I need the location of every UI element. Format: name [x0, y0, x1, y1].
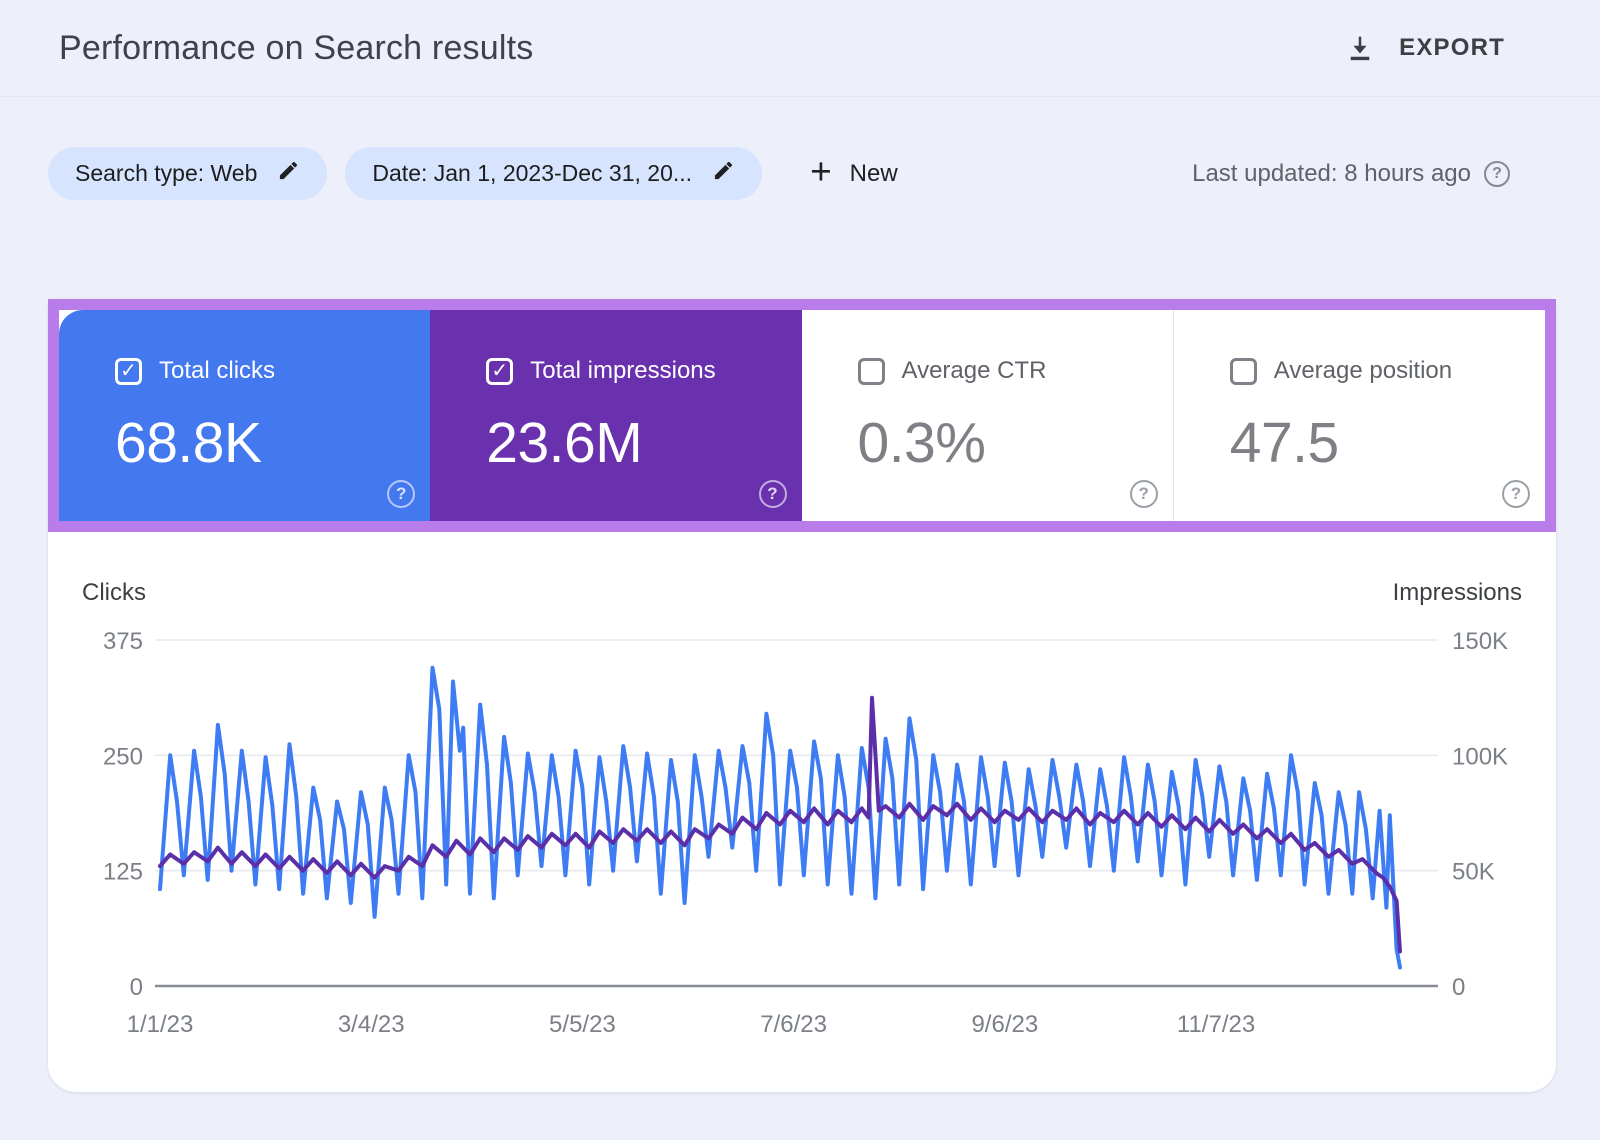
help-icon[interactable]: ?: [387, 480, 415, 508]
new-filter-button[interactable]: + New: [800, 157, 908, 190]
edit-icon: [277, 159, 300, 188]
performance-chart: 0 0 125 50K 250 100K 375 150K Clicks Impressions 1…: [48, 532, 1556, 1092]
help-icon[interactable]: ?: [1502, 480, 1530, 508]
help-icon[interactable]: ?: [1130, 480, 1158, 508]
help-icon[interactable]: ?: [759, 480, 787, 508]
x-axis-tick: 11/7/23: [1177, 1011, 1255, 1038]
export-button[interactable]: EXPORT: [1345, 33, 1505, 63]
checkbox-unchecked-icon[interactable]: [858, 358, 885, 385]
x-axis-tick: 9/6/23: [971, 1011, 1038, 1038]
plus-icon: +: [810, 153, 832, 190]
right-axis-tick: 0: [1452, 974, 1465, 1001]
left-axis-title: Clicks: [82, 579, 146, 606]
metric-card-total-clicks[interactable]: ✓ Total clicks 68.8K ?: [59, 310, 430, 521]
page-header: Performance on Search results EXPORT: [0, 0, 1600, 97]
right-axis-title: Impressions: [1393, 579, 1522, 606]
series-line-clicks: [160, 668, 1400, 968]
x-axis-tick: 1/1/23: [127, 1011, 194, 1038]
x-axis-tick: 5/5/23: [549, 1011, 616, 1038]
metric-card-average-ctr[interactable]: Average CTR 0.3% ?: [802, 310, 1173, 521]
right-axis-tick: 100K: [1452, 743, 1508, 770]
metric-card-average-position[interactable]: Average position 47.5 ?: [1173, 310, 1545, 521]
new-filter-label: New: [850, 160, 898, 188]
metric-card-total-impressions[interactable]: ✓ Total impressions 23.6M ?: [430, 310, 801, 521]
download-icon: [1345, 33, 1375, 63]
metric-label: Average position: [1274, 357, 1452, 385]
x-axis-tick: 3/4/23: [338, 1011, 405, 1038]
checkbox-checked-icon[interactable]: ✓: [486, 358, 513, 385]
date-range-chip-label: Date: Jan 1, 2023-Dec 31, 20...: [372, 160, 692, 187]
metric-label: Total impressions: [530, 357, 715, 385]
search-type-chip[interactable]: Search type: Web: [48, 147, 327, 200]
metric-label: Total clicks: [159, 357, 275, 385]
series-line-impressions: [160, 698, 1400, 952]
page-title: Performance on Search results: [59, 29, 533, 68]
edit-icon: [712, 159, 735, 188]
right-axis-tick: 150K: [1452, 628, 1508, 655]
metrics-row: ✓ Total clicks 68.8K ? ✓ Total impressio…: [48, 299, 1556, 532]
last-updated: Last updated: 8 hours ago ?: [1192, 160, 1510, 188]
left-axis-tick: 125: [103, 859, 143, 886]
right-axis-tick: 50K: [1452, 859, 1495, 886]
metric-label: Average CTR: [902, 357, 1047, 385]
filter-bar: Search type: Web Date: Jan 1, 2023-Dec 3…: [0, 147, 1600, 200]
performance-panel: ✓ Total clicks 68.8K ? ✓ Total impressio…: [48, 299, 1556, 1092]
question-icon[interactable]: ?: [1484, 161, 1510, 187]
checkbox-unchecked-icon[interactable]: [1230, 358, 1257, 385]
metric-value: 68.8K: [115, 410, 430, 476]
left-axis-tick: 250: [103, 743, 143, 770]
checkbox-checked-icon[interactable]: ✓: [115, 358, 142, 385]
export-label: EXPORT: [1399, 34, 1505, 62]
x-axis-tick: 7/6/23: [760, 1011, 827, 1038]
last-updated-text: Last updated: 8 hours ago: [1192, 160, 1471, 188]
metric-value: 0.3%: [858, 410, 1173, 476]
search-type-chip-label: Search type: Web: [75, 160, 257, 187]
metric-value: 23.6M: [486, 410, 801, 476]
left-axis-tick: 0: [130, 974, 143, 1001]
metric-value: 47.5: [1230, 410, 1545, 476]
date-range-chip[interactable]: Date: Jan 1, 2023-Dec 31, 20...: [345, 147, 762, 200]
left-axis-tick: 375: [103, 628, 143, 655]
